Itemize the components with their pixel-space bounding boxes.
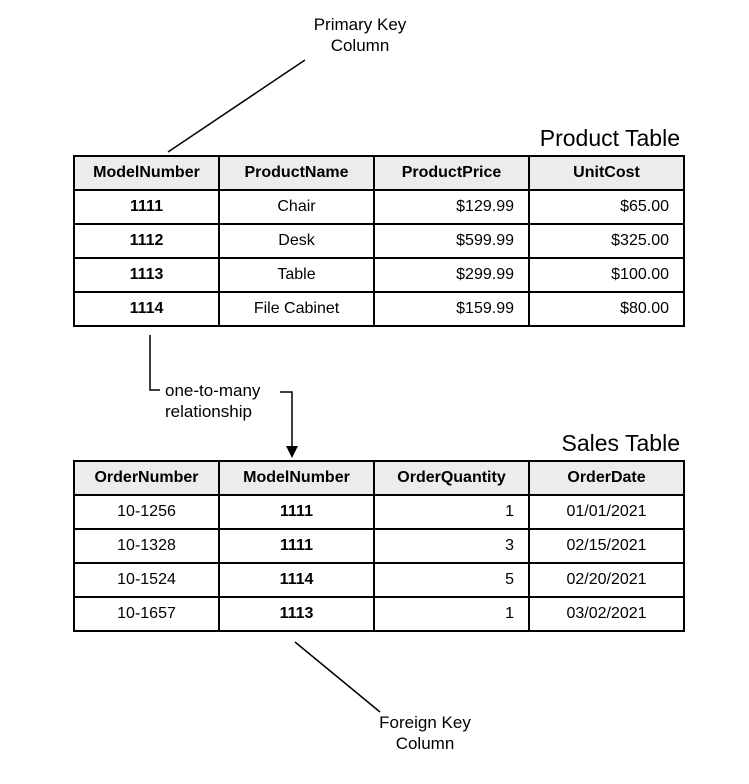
relationship-annotation-text: one-to-manyrelationship — [165, 381, 260, 421]
primary-key-annotation-text: Primary KeyColumn — [314, 15, 407, 55]
table-row: 10-1657 1113 1 03/02/2021 — [74, 597, 684, 631]
cell-date: 02/20/2021 — [529, 563, 684, 597]
table-row: 1112 Desk $599.99 $325.00 — [74, 224, 684, 258]
cell-name: Desk — [219, 224, 374, 258]
cell-cost: $65.00 — [529, 190, 684, 224]
header-orderdate: OrderDate — [529, 461, 684, 495]
cell-cost: $80.00 — [529, 292, 684, 326]
cell-model: 1112 — [74, 224, 219, 258]
cell-name: File Cabinet — [219, 292, 374, 326]
table-row: 10-1328 1111 3 02/15/2021 — [74, 529, 684, 563]
cell-price: $129.99 — [374, 190, 529, 224]
header-modelnumber-sales: ModelNumber — [219, 461, 374, 495]
table-header-row: OrderNumber ModelNumber OrderQuantity Or… — [74, 461, 684, 495]
foreign-key-annotation: Foreign KeyColumn — [365, 712, 485, 755]
header-productprice: ProductPrice — [374, 156, 529, 190]
cell-qty: 1 — [374, 495, 529, 529]
cell-price: $599.99 — [374, 224, 529, 258]
cell-cost: $325.00 — [529, 224, 684, 258]
cell-name: Table — [219, 258, 374, 292]
sales-table: OrderNumber ModelNumber OrderQuantity Or… — [73, 460, 685, 632]
cell-model: 1111 — [219, 529, 374, 563]
cell-order: 10-1657 — [74, 597, 219, 631]
cell-qty: 1 — [374, 597, 529, 631]
cell-price: $159.99 — [374, 292, 529, 326]
sales-table-title: Sales Table — [430, 430, 680, 457]
cell-date: 01/01/2021 — [529, 495, 684, 529]
table-row: 1114 File Cabinet $159.99 $80.00 — [74, 292, 684, 326]
relationship-annotation: one-to-manyrelationship — [165, 380, 285, 423]
header-modelnumber: ModelNumber — [74, 156, 219, 190]
relationship-arrowhead — [286, 446, 298, 458]
cell-model: 1113 — [74, 258, 219, 292]
foreign-key-connector — [295, 642, 380, 712]
product-table-title: Product Table — [430, 125, 680, 152]
product-table: ModelNumber ProductName ProductPrice Uni… — [73, 155, 685, 327]
table-row: 1113 Table $299.99 $100.00 — [74, 258, 684, 292]
cell-name: Chair — [219, 190, 374, 224]
cell-order: 10-1328 — [74, 529, 219, 563]
table-row: 10-1256 1111 1 01/01/2021 — [74, 495, 684, 529]
table-header-row: ModelNumber ProductName ProductPrice Uni… — [74, 156, 684, 190]
foreign-key-annotation-text: Foreign KeyColumn — [379, 713, 471, 753]
table-row: 1111 Chair $129.99 $65.00 — [74, 190, 684, 224]
cell-date: 02/15/2021 — [529, 529, 684, 563]
cell-price: $299.99 — [374, 258, 529, 292]
header-orderquantity: OrderQuantity — [374, 461, 529, 495]
cell-cost: $100.00 — [529, 258, 684, 292]
cell-model: 1111 — [74, 190, 219, 224]
cell-order: 10-1524 — [74, 563, 219, 597]
cell-model: 1111 — [219, 495, 374, 529]
header-ordernumber: OrderNumber — [74, 461, 219, 495]
header-productname: ProductName — [219, 156, 374, 190]
primary-key-annotation: Primary KeyColumn — [300, 14, 420, 57]
relationship-connector-top — [150, 335, 160, 390]
cell-model: 1113 — [219, 597, 374, 631]
cell-qty: 3 — [374, 529, 529, 563]
cell-model: 1114 — [219, 563, 374, 597]
cell-order: 10-1256 — [74, 495, 219, 529]
product-table-title-text: Product Table — [540, 125, 680, 151]
table-row: 10-1524 1114 5 02/20/2021 — [74, 563, 684, 597]
cell-date: 03/02/2021 — [529, 597, 684, 631]
primary-key-connector — [168, 60, 305, 152]
sales-table-title-text: Sales Table — [562, 430, 681, 456]
cell-model: 1114 — [74, 292, 219, 326]
connector-lines — [0, 0, 749, 784]
header-unitcost: UnitCost — [529, 156, 684, 190]
cell-qty: 5 — [374, 563, 529, 597]
